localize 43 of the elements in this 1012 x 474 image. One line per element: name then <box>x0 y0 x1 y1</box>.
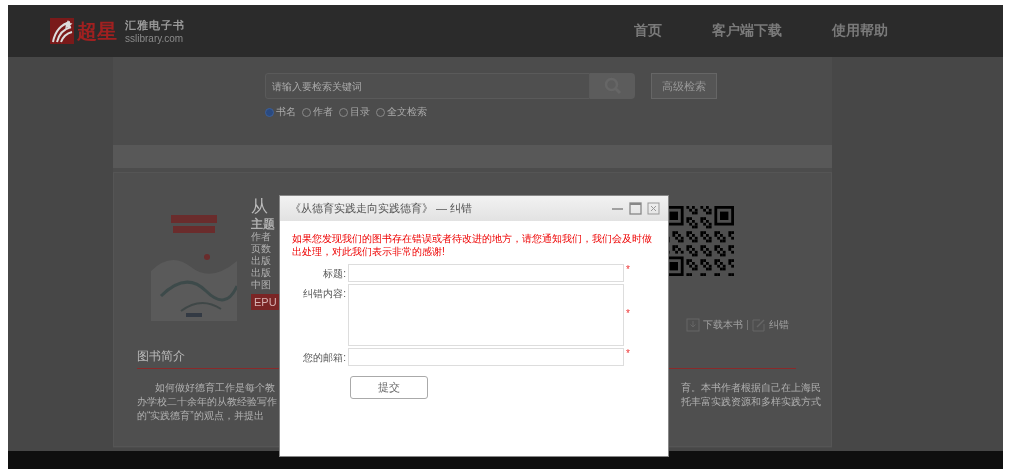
brand-name: 汇雅电子书 <box>125 18 185 33</box>
nav-link[interactable]: 使用帮助 <box>832 22 888 40</box>
advanced-search-button[interactable]: 高级检索 <box>651 73 717 99</box>
radio-label[interactable]: 目录 <box>350 105 370 119</box>
logo-text: 超星 <box>77 18 117 44</box>
book-field-label: 出版 <box>251 255 272 267</box>
action-link[interactable]: 下载本书 <box>703 318 743 332</box>
intro-text: 的“实践德育”的观点，并提出 <box>137 409 264 423</box>
field-label: 标题: <box>322 267 346 281</box>
radio-label[interactable]: 书名 <box>276 105 296 119</box>
field-label: 您的邮箱: <box>302 351 346 365</box>
required-mark: * <box>626 264 630 275</box>
book-field-label: 作者 <box>251 231 272 243</box>
format-badge: EPU <box>251 294 280 310</box>
search-button[interactable] <box>590 73 635 99</box>
brand-domain: sslibrary.com <box>125 33 185 44</box>
intro-text: 托丰富实践资源和多样实践方式 <box>681 395 821 409</box>
input-field[interactable] <box>348 264 624 282</box>
book-field-label: 中图 <box>251 279 272 291</box>
book-field-label: 页数 <box>251 243 272 255</box>
input-field[interactable] <box>348 348 624 366</box>
maximize-icon[interactable] <box>629 202 642 215</box>
book-field-label: 主题 <box>251 217 275 231</box>
search-field[interactable]: 请输入要检索关键词 <box>265 73 590 99</box>
action-link[interactable]: 纠错 <box>769 318 789 332</box>
field-label: 纠错内容: <box>302 287 346 301</box>
nav-link[interactable]: 首页 <box>634 22 662 40</box>
notice-text: 如果您发现我们的图书存在错误或者待改进的地方，请您通知我们，我们会及时做出处理，对此我们表示非常的感谢! <box>292 232 653 258</box>
close-icon[interactable] <box>647 202 660 215</box>
intro-text: 育。本书作者根据自己在上海民 <box>681 381 821 395</box>
submit-button[interactable]: 提交 <box>350 376 428 399</box>
required-mark: * <box>626 348 630 359</box>
dialog-title: 《从德育实践走向实践德育》 — 纠错 <box>290 201 473 216</box>
logo-icon <box>50 18 74 44</box>
radio-label[interactable]: 作者 <box>313 105 333 119</box>
required-mark: * <box>626 308 630 319</box>
book-field-label: 出版 <box>251 267 272 279</box>
book-title: 从 <box>251 197 268 217</box>
nav-link[interactable]: 客户端下载 <box>712 22 782 40</box>
radio-label[interactable]: 全文检索 <box>387 105 427 119</box>
intro-text: 如何做好德育工作是每个教 <box>155 381 275 395</box>
text-area[interactable] <box>348 284 624 346</box>
radio-button[interactable] <box>265 107 274 117</box>
